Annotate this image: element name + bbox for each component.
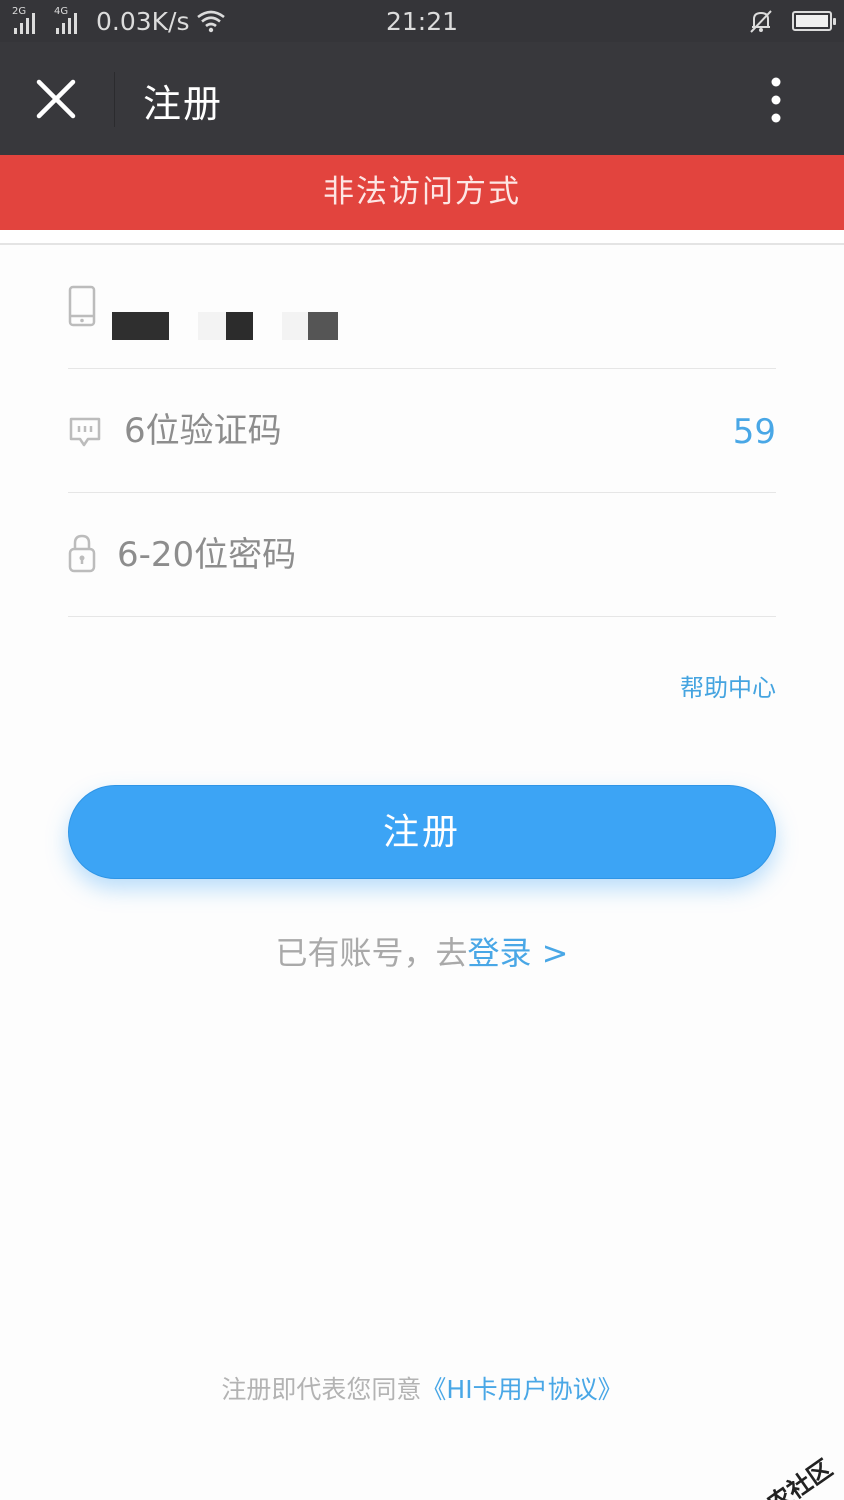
phone-row [68, 245, 776, 369]
watermark: 卡农社区 [718, 1449, 838, 1500]
close-icon [36, 79, 76, 119]
battery-icon [792, 11, 836, 31]
status-bar: 2G 4G 0.03K/s 21:21 [0, 0, 844, 42]
lock-icon [68, 534, 96, 573]
phone-input[interactable] [112, 275, 612, 340]
code-row: 59 [68, 369, 776, 493]
agreement-notice: 注册即代表您同意《HI卡用户协议》 [0, 1370, 844, 1406]
masked-phone-segment-1 [112, 312, 169, 340]
title-bar: 注册 [0, 42, 844, 155]
user-agreement-link[interactable]: 《HI卡用户协议》 [421, 1375, 622, 1404]
password-row [68, 493, 776, 617]
masked-phone-segment-5 [308, 312, 338, 340]
banner-spacer [0, 230, 844, 245]
password-input[interactable] [117, 531, 617, 579]
login-prompt: 已有账号，去登录 > [0, 928, 844, 974]
close-button[interactable] [24, 64, 88, 134]
message-icon [69, 417, 101, 447]
login-link[interactable]: 登录 > [468, 934, 569, 972]
agreement-text: 注册即代表您同意 [221, 1375, 422, 1404]
phone-icon [68, 285, 96, 327]
help-center-link[interactable]: 帮助中心 [680, 668, 776, 703]
status-time: 21:21 [385, 7, 459, 36]
register-button[interactable]: 注册 [68, 785, 776, 879]
masked-phone-segment-2 [198, 312, 226, 340]
error-banner: 非法访问方式 [0, 155, 844, 230]
status-right [748, 8, 836, 34]
register-page: 2G 4G 0.03K/s 21:21 注册 非法访问方式 6位验证码 59 帮… [0, 0, 844, 1500]
masked-phone-segment-3 [226, 312, 253, 340]
bell-muted-icon [750, 10, 772, 33]
title-divider [114, 72, 115, 127]
more-vertical-icon [771, 77, 781, 123]
verification-code-input[interactable] [124, 407, 624, 455]
login-prompt-text: 已有账号，去 [275, 934, 468, 972]
watermark-text: 卡农社区 [742, 1454, 838, 1500]
masked-phone-segment-4 [282, 312, 308, 340]
countdown-timer[interactable]: 59 [733, 412, 776, 452]
page-title: 注册 [143, 82, 224, 126]
more-button[interactable] [748, 72, 804, 128]
